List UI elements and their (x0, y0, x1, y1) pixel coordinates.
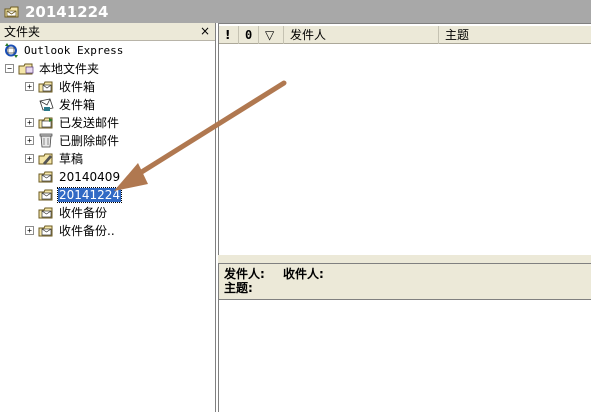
content-pane: ! 0 ▽ 发件人 主题 发件人: 收件人: 主题: (218, 23, 591, 412)
outlook-express-icon (5, 43, 18, 58)
tree-item-label: 发件箱 (59, 98, 96, 112)
folder-pane-header: 文件夹 × (0, 23, 215, 41)
tree-item-20141224[interactable]: 20141224 (38, 186, 123, 203)
tree-item-sent-items[interactable]: + 已发送邮件 (25, 114, 120, 131)
folder-icon (38, 225, 53, 237)
preview-pane: 发件人: 收件人: 主题: (218, 263, 591, 412)
preview-to-label: 收件人: (283, 267, 324, 281)
tree-item-label: 收件备份 (59, 206, 108, 220)
deleted-items-icon (39, 133, 53, 148)
tree-item-outlook-express[interactable]: Outlook Express (3, 42, 124, 59)
sent-items-icon (38, 117, 53, 129)
column-from[interactable]: 发件人 (284, 25, 439, 44)
folder-icon (38, 189, 53, 201)
folder-envelope-icon (4, 6, 19, 17)
message-list-header: ! 0 ▽ 发件人 主题 (219, 25, 591, 44)
preview-header: 发件人: 收件人: 主题: (219, 264, 591, 300)
column-flag[interactable]: ▽ (259, 25, 284, 44)
expand-toggle[interactable]: + (25, 82, 34, 91)
pane-splitter[interactable] (218, 255, 591, 263)
tree-item-drafts[interactable]: + 草稿 (25, 150, 84, 167)
tree-item-label: 已删除邮件 (59, 134, 120, 148)
expand-toggle[interactable]: + (25, 136, 34, 145)
expand-toggle[interactable]: + (25, 118, 34, 127)
close-folder-pane-button[interactable]: × (200, 24, 210, 39)
tree-item-label: Outlook Express (24, 44, 124, 57)
column-attachment[interactable]: 0 (239, 25, 259, 44)
tree-item-label: 收件备份.. (59, 224, 115, 238)
inbox-icon (38, 81, 53, 93)
tree-item-inbox[interactable]: + 收件箱 (25, 78, 96, 95)
expand-toggle[interactable]: + (25, 154, 34, 163)
message-list[interactable]: ! 0 ▽ 发件人 主题 (218, 23, 591, 255)
column-subject[interactable]: 主题 (439, 26, 591, 44)
tree-item-local-folders[interactable]: − 本地文件夹 (5, 60, 100, 77)
tree-item-label: 20140409 (59, 169, 121, 184)
tree-item-label: 本地文件夹 (39, 62, 100, 76)
window-title-bar: 20141224 (0, 0, 591, 23)
tree-item-inbox-backup[interactable]: 收件备份 (38, 204, 108, 221)
folder-icon (38, 207, 53, 219)
tree-item-label: 20141224 (56, 186, 123, 203)
tree-item-label: 草稿 (59, 152, 84, 166)
tree-item-deleted-items[interactable]: + 已删除邮件 (25, 132, 120, 149)
column-priority[interactable]: ! (219, 25, 239, 44)
preview-from-label: 发件人: (224, 267, 265, 281)
tree-item-outbox[interactable]: 发件箱 (38, 96, 96, 113)
drafts-icon (38, 153, 53, 165)
outbox-icon (39, 98, 54, 111)
preview-subject-label: 主题: (224, 281, 253, 295)
folder-pane-title: 文件夹 (4, 25, 41, 39)
folder-icon (38, 171, 53, 183)
tree-item-label: 已发送邮件 (59, 116, 120, 130)
expand-toggle[interactable]: + (25, 226, 34, 235)
tree-item-inbox-backup-2[interactable]: + 收件备份.. (25, 222, 116, 239)
tree-item-label: 收件箱 (59, 80, 96, 94)
folder-pane: 文件夹 × Outlook Express − 本地文件夹 + 收件箱 发件箱 … (0, 23, 216, 412)
local-folders-icon (18, 63, 34, 75)
collapse-toggle[interactable]: − (5, 64, 14, 73)
window-title: 20141224 (25, 2, 109, 21)
tree-item-20140409[interactable]: 20140409 (38, 168, 121, 185)
